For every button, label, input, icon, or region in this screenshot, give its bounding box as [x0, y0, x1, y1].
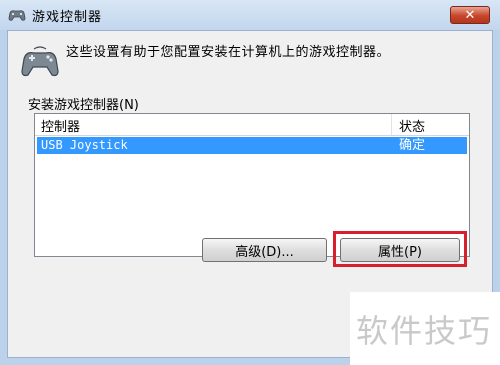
window-title: 游戏控制器 [32, 10, 103, 25]
column-divider[interactable] [391, 114, 392, 135]
title-bar[interactable]: 游戏控制器 ✕ [0, 0, 500, 30]
watermark-text: 软件技巧 [356, 312, 493, 350]
gamepad-icon [21, 46, 59, 77]
installed-controllers-label: 安装游戏控制器(N) [28, 98, 139, 113]
advanced-button[interactable]: 高级(D)... [202, 238, 327, 262]
list-header: 控制器 状态 [35, 114, 469, 136]
list-item[interactable]: USB Joystick 确定 [37, 137, 467, 154]
controller-name: USB Joystick [41, 138, 128, 152]
controller-status: 确定 [399, 138, 426, 153]
annotation-highlight [333, 231, 467, 267]
close-button[interactable]: ✕ [450, 6, 490, 24]
dialog-description: 这些设置有助于您配置安装在计算机上的游戏控制器。 [66, 45, 391, 60]
gamepad-icon [8, 10, 26, 21]
close-icon: ✕ [464, 7, 476, 23]
column-header-status[interactable]: 状态 [399, 116, 425, 135]
column-header-controller[interactable]: 控制器 [41, 116, 80, 135]
